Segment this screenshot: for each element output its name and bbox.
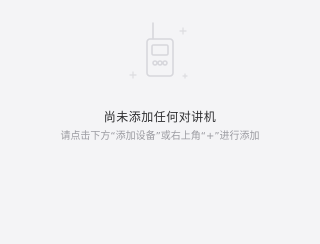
plus-sparkle-icon	[129, 27, 188, 79]
walkie-talkie-icon	[129, 22, 188, 79]
empty-state-title: 尚未添加任何对讲机	[103, 110, 217, 124]
empty-state-hint: 请点击下方“添加设备”或右上角“+”进行添加	[60, 131, 260, 142]
empty-state: 尚未添加任何对讲机 请点击下方“添加设备”或右上角“+”进行添加	[0, 0, 320, 244]
